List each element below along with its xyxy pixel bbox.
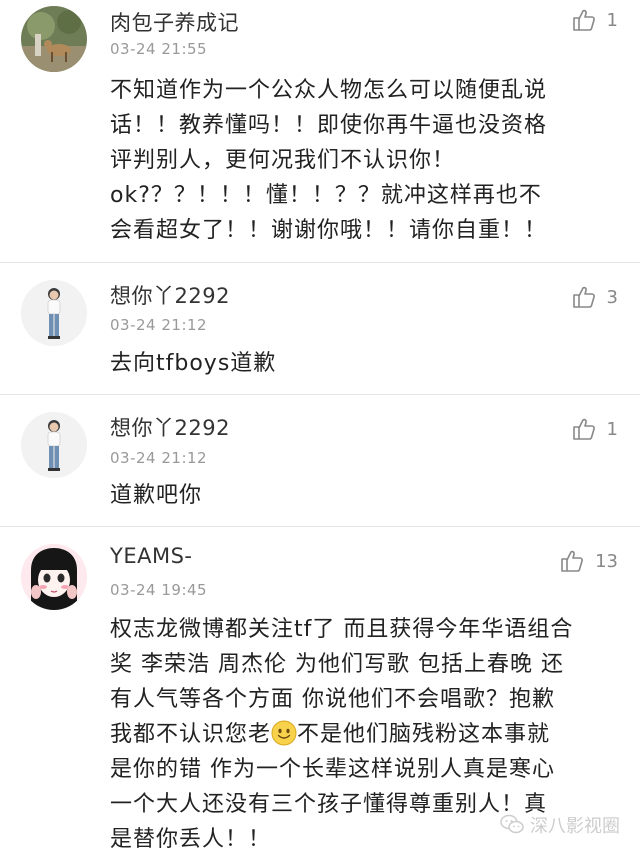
timestamp: 03-24 21:12 — [110, 316, 208, 334]
comment-item: 想你丫2292 03-24 21:12 3 去向tfboys道歉 — [0, 263, 640, 395]
thumbs-up-icon — [572, 418, 595, 440]
smile-emoji-icon — [271, 720, 297, 746]
like-count: 3 — [606, 286, 618, 308]
comment-line: 去向tfboys道歉 — [110, 351, 277, 376]
comment-text: 道歉吧你 — [110, 478, 615, 513]
avatar[interactable] — [21, 544, 87, 610]
like-count: 1 — [606, 9, 618, 31]
like-button[interactable]: 1 — [571, 6, 618, 34]
wechat-icon — [500, 814, 524, 834]
comment-line: 评判别人，更何况我们不认识你！ — [110, 148, 456, 173]
watermark: 深八影视圈 — [500, 812, 620, 838]
username[interactable]: 肉包子养成记 — [110, 7, 239, 37]
thumbs-up-icon — [572, 9, 595, 31]
comment-line-part: 不是他们脑残粉这本事就 — [297, 722, 551, 747]
like-count: 1 — [606, 418, 618, 440]
comment-line: 话！！教养懂吗！！即使你再牛逼也没资格 — [110, 113, 548, 138]
comment-item: 肉包子养成记 03-24 21:55 1 不知道作为一个公众人物怎么可以随便乱说… — [0, 0, 640, 263]
timestamp: 03-24 19:45 — [110, 581, 208, 599]
thumbs-up-icon — [561, 550, 584, 572]
comment-item: YEAMS- 03-24 19:45 13 权志龙微博都关注tf了 而且获得今年… — [0, 527, 640, 858]
comment-line: 有人气等各个方面 你说他们不会唱歌？抱歉 — [110, 687, 555, 712]
comment-line: 是你的错 作为一个长辈这样说别人真是寒心 — [110, 757, 555, 782]
like-button[interactable]: 13 — [559, 547, 618, 575]
username[interactable]: 想你丫2292 — [110, 412, 230, 442]
comment-text: 去向tfboys道歉 — [110, 346, 615, 381]
comment-line: ok?？？！！！懂！！？？就冲这样再也不 — [110, 183, 542, 208]
comment-line: 道歉吧你 — [110, 483, 203, 508]
thumbs-up-icon — [572, 286, 595, 308]
comment-line-part: 我都不认识您老 — [110, 722, 272, 747]
timestamp: 03-24 21:12 — [110, 449, 208, 467]
avatar[interactable] — [21, 280, 87, 346]
like-button[interactable]: 1 — [571, 415, 618, 443]
comment-text: 不知道作为一个公众人物怎么可以随便乱说 话！！教养懂吗！！即使你再牛逼也没资格 … — [110, 73, 615, 248]
comment-line: 不知道作为一个公众人物怎么可以随便乱说 — [110, 78, 548, 103]
comment-line-with-emoji: 我都不认识您老 不是他们脑残粉这本事就 — [110, 717, 615, 752]
username[interactable]: 想你丫2292 — [110, 280, 230, 310]
timestamp: 03-24 21:55 — [110, 40, 208, 58]
username[interactable]: YEAMS- — [110, 544, 193, 568]
comment-item: 想你丫2292 03-24 21:12 1 道歉吧你 — [0, 395, 640, 527]
comment-line: 会看超女了！！谢谢你哦！！请你自重！！ — [110, 218, 548, 243]
watermark-text: 深八影视圈 — [530, 816, 620, 837]
comment-line: 奖 李荣浩 周杰伦 为他们写歌 包括上春晚 还 — [110, 652, 564, 677]
comment-line: 权志龙微博都关注tf了 而且获得今年华语组合 — [110, 617, 574, 642]
like-button[interactable]: 3 — [571, 283, 618, 311]
avatar[interactable] — [21, 6, 87, 72]
like-count: 13 — [595, 550, 618, 572]
avatar[interactable] — [21, 412, 87, 478]
